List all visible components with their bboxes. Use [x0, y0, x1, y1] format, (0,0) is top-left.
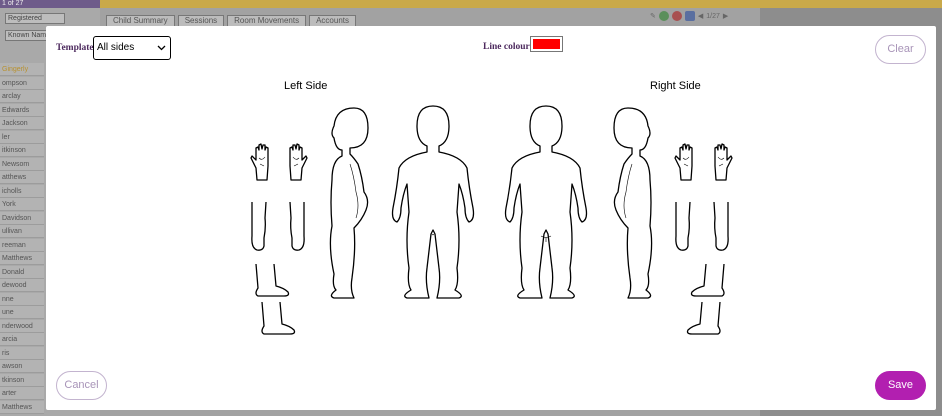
child-name-item: atthews — [0, 171, 44, 184]
child-name-item: dewood — [0, 279, 44, 292]
child-name-item: Edwards — [0, 103, 44, 117]
document-icon — [684, 11, 695, 21]
background-toolbar: ✎ ◀ 1/27 ▶ — [650, 11, 728, 21]
child-name-item: itkinson — [0, 144, 44, 157]
right-lower-leg-front-figure — [675, 201, 691, 251]
child-name-item: nderwood — [0, 319, 44, 333]
page-counter: 1/27 — [706, 12, 720, 20]
back-body-figure — [504, 105, 588, 299]
left-hand-back-figure — [250, 143, 269, 181]
save-button[interactable]: Save — [875, 371, 926, 400]
child-name-item: Matthews — [0, 252, 44, 265]
pencil-icon: ✎ — [650, 13, 656, 20]
screen: 1 of 27 Registered Known Name Gingerly om… — [0, 0, 942, 416]
right-hand-back-figure — [714, 143, 733, 181]
right-lower-leg-back-figure — [713, 201, 729, 251]
child-name-item: Jackson — [0, 117, 44, 130]
add-icon — [658, 11, 669, 21]
left-foot-side-figure — [255, 263, 290, 297]
app-top-bar — [0, 0, 942, 8]
prev-icon: ◀ — [697, 13, 704, 20]
child-name-item: Newsom — [0, 157, 44, 171]
left-lower-leg-front-figure — [251, 201, 267, 251]
left-lower-leg-back-figure — [289, 201, 305, 251]
body-map-canvas[interactable] — [46, 26, 936, 410]
right-side-body-figure — [613, 107, 653, 299]
cancel-button[interactable]: Cancel — [56, 371, 107, 400]
child-name-item: nne — [0, 292, 44, 306]
pager-text: 1 of 27 — [0, 0, 100, 8]
child-name-item: York — [0, 198, 44, 211]
child-name-item: ompson — [0, 76, 44, 90]
next-icon: ▶ — [722, 13, 729, 20]
right-foot-side-figure — [690, 263, 725, 297]
child-name-item: Matthews — [0, 400, 44, 414]
child-name-item: arter — [0, 387, 44, 400]
right-foot-inner-figure — [686, 301, 721, 335]
child-name-item: icholls — [0, 184, 44, 198]
child-name-item: ler — [0, 130, 44, 144]
child-name-item: reeman — [0, 238, 44, 252]
front-body-figure — [391, 105, 475, 299]
left-side-body-figure — [329, 107, 369, 299]
child-name-item: ullivan — [0, 225, 44, 238]
filter-select: Registered — [5, 13, 65, 24]
body-map-dialog: Template All sides Line colour Clear Lef… — [46, 26, 936, 410]
child-name-item: Donald — [0, 265, 44, 279]
child-name-item: arcia — [0, 333, 44, 346]
left-hand-palm-figure — [289, 143, 308, 181]
left-foot-inner-figure — [261, 301, 296, 335]
child-name-item: tkinson — [0, 373, 44, 387]
child-name-item: Gingerly — [0, 63, 44, 76]
child-name-item: une — [0, 306, 44, 319]
child-name-item: awson — [0, 360, 44, 373]
right-hand-palm-figure — [674, 143, 693, 181]
child-name-item: arclay — [0, 90, 44, 103]
delete-icon — [671, 11, 682, 21]
child-name-item: Davidson — [0, 211, 44, 225]
child-name-item: ris — [0, 346, 44, 360]
navel-mark — [431, 233, 435, 236]
